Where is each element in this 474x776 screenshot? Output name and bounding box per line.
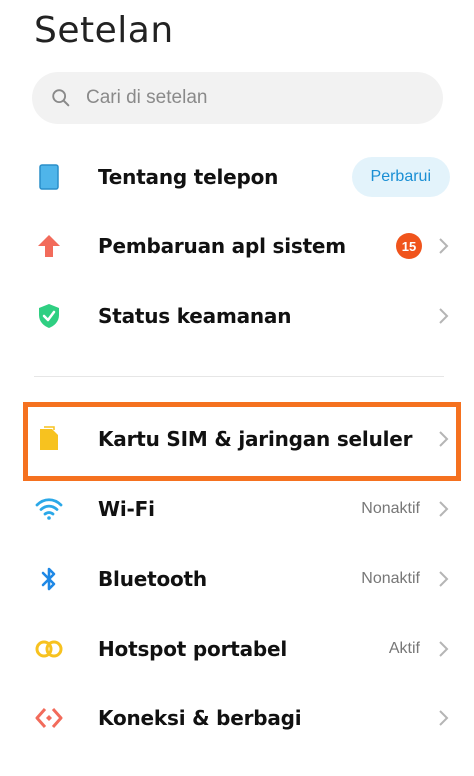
settings-item-label: Koneksi & berbagi xyxy=(98,706,302,730)
settings-item-security-status[interactable]: Status keamanan xyxy=(0,284,474,348)
sim-card-icon xyxy=(34,424,64,454)
chevron-right-icon xyxy=(439,501,449,517)
chevron-right-icon xyxy=(439,641,449,657)
bluetooth-icon xyxy=(34,564,64,594)
wifi-icon xyxy=(34,494,64,524)
settings-item-system-app-update[interactable]: Pembaruan apl sistem 15 xyxy=(0,214,474,278)
settings-item-label: Pembaruan apl sistem xyxy=(98,234,346,258)
section-divider xyxy=(34,376,444,377)
settings-item-label: Kartu SIM & jaringan seluler xyxy=(98,427,413,451)
chevron-right-icon xyxy=(439,431,449,447)
search-input[interactable] xyxy=(84,86,408,110)
search-bar[interactable] xyxy=(32,72,443,124)
shield-check-icon xyxy=(34,301,64,331)
notification-badge: 15 xyxy=(396,233,422,259)
settings-item-about-phone[interactable]: Tentang telepon Perbarui xyxy=(0,145,474,209)
settings-item-portable-hotspot[interactable]: Hotspot portabel Aktif xyxy=(0,617,474,681)
settings-item-label: Hotspot portabel xyxy=(98,637,288,661)
page-title: Setelan xyxy=(34,10,174,51)
settings-item-label: Bluetooth xyxy=(98,567,207,591)
settings-item-sim-cards[interactable]: Kartu SIM & jaringan seluler xyxy=(0,407,474,471)
hotspot-icon xyxy=(34,634,64,664)
chevron-right-icon xyxy=(439,710,449,726)
connection-sharing-icon xyxy=(34,703,64,733)
settings-item-wifi[interactable]: Wi-Fi Nonaktif xyxy=(0,477,474,541)
settings-item-connection-sharing[interactable]: Koneksi & berbagi xyxy=(0,686,474,750)
update-button[interactable]: Perbarui xyxy=(351,157,450,197)
chevron-right-icon xyxy=(439,571,449,587)
search-icon xyxy=(52,89,70,107)
settings-item-bluetooth[interactable]: Bluetooth Nonaktif xyxy=(0,547,474,611)
settings-item-label: Tentang telepon xyxy=(98,165,279,189)
settings-item-label: Status keamanan xyxy=(98,304,292,328)
chevron-right-icon xyxy=(439,308,449,324)
status-value: Aktif xyxy=(388,640,420,657)
arrow-up-icon xyxy=(34,231,64,261)
phone-icon xyxy=(34,162,64,192)
status-value: Nonaktif xyxy=(361,570,420,587)
chevron-right-icon xyxy=(439,238,449,254)
settings-item-label: Wi-Fi xyxy=(98,497,155,521)
status-value: Nonaktif xyxy=(361,500,420,517)
